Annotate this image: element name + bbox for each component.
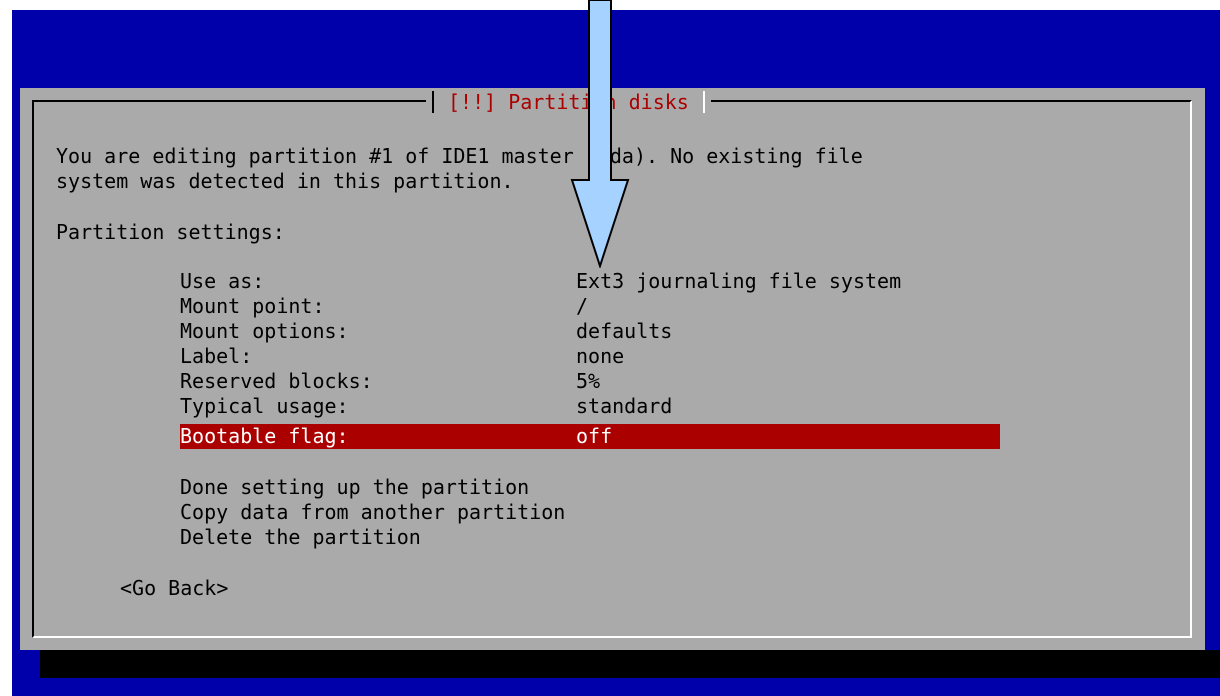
setting-mount-point[interactable]: Mount point: / <box>180 294 1000 319</box>
setting-label-row[interactable]: Label: none <box>180 344 1000 369</box>
setting-value: defaults <box>576 319 673 343</box>
go-back-button[interactable]: <Go Back> <box>120 576 228 601</box>
intro-text-line2: system was detected in this partition. <box>56 169 514 193</box>
setting-use-as[interactable]: Use as: Ext3 journaling file system <box>180 269 1000 294</box>
setting-label: Use as: <box>180 269 265 293</box>
section-heading: Partition settings: <box>56 220 285 244</box>
setting-value: none <box>576 344 625 368</box>
setting-value: off <box>576 424 613 448</box>
setting-value: / <box>576 294 589 318</box>
setting-value: 5% <box>576 369 601 393</box>
dialog-shadow <box>40 650 1220 678</box>
setting-label: Typical usage: <box>180 394 349 418</box>
action-copy-data[interactable]: Copy data from another partition <box>180 500 565 525</box>
action-done[interactable]: Done setting up the partition <box>180 475 529 500</box>
down-arrow-icon <box>570 0 630 268</box>
setting-bootable-flag-selected[interactable]: Bootable flag: off <box>180 424 1000 449</box>
intro-text-line1: You are editing partition #1 of IDE1 mas… <box>56 144 863 168</box>
setting-label: Mount options: <box>180 319 349 343</box>
setting-value: Ext3 journaling file system <box>576 269 902 293</box>
action-delete[interactable]: Delete the partition <box>180 525 421 550</box>
setting-label: Label: <box>180 344 253 368</box>
setting-reserved-blocks[interactable]: Reserved blocks: 5% <box>180 369 1000 394</box>
setting-value: standard <box>576 394 673 418</box>
setting-typical-usage[interactable]: Typical usage: standard <box>180 394 1000 419</box>
setting-label: Reserved blocks: <box>180 369 373 393</box>
setting-label: Mount point: <box>180 294 325 318</box>
setting-label: Bootable flag: <box>180 424 349 448</box>
title-right-bracket <box>702 91 705 113</box>
setting-mount-options[interactable]: Mount options: defaults <box>180 319 1000 344</box>
